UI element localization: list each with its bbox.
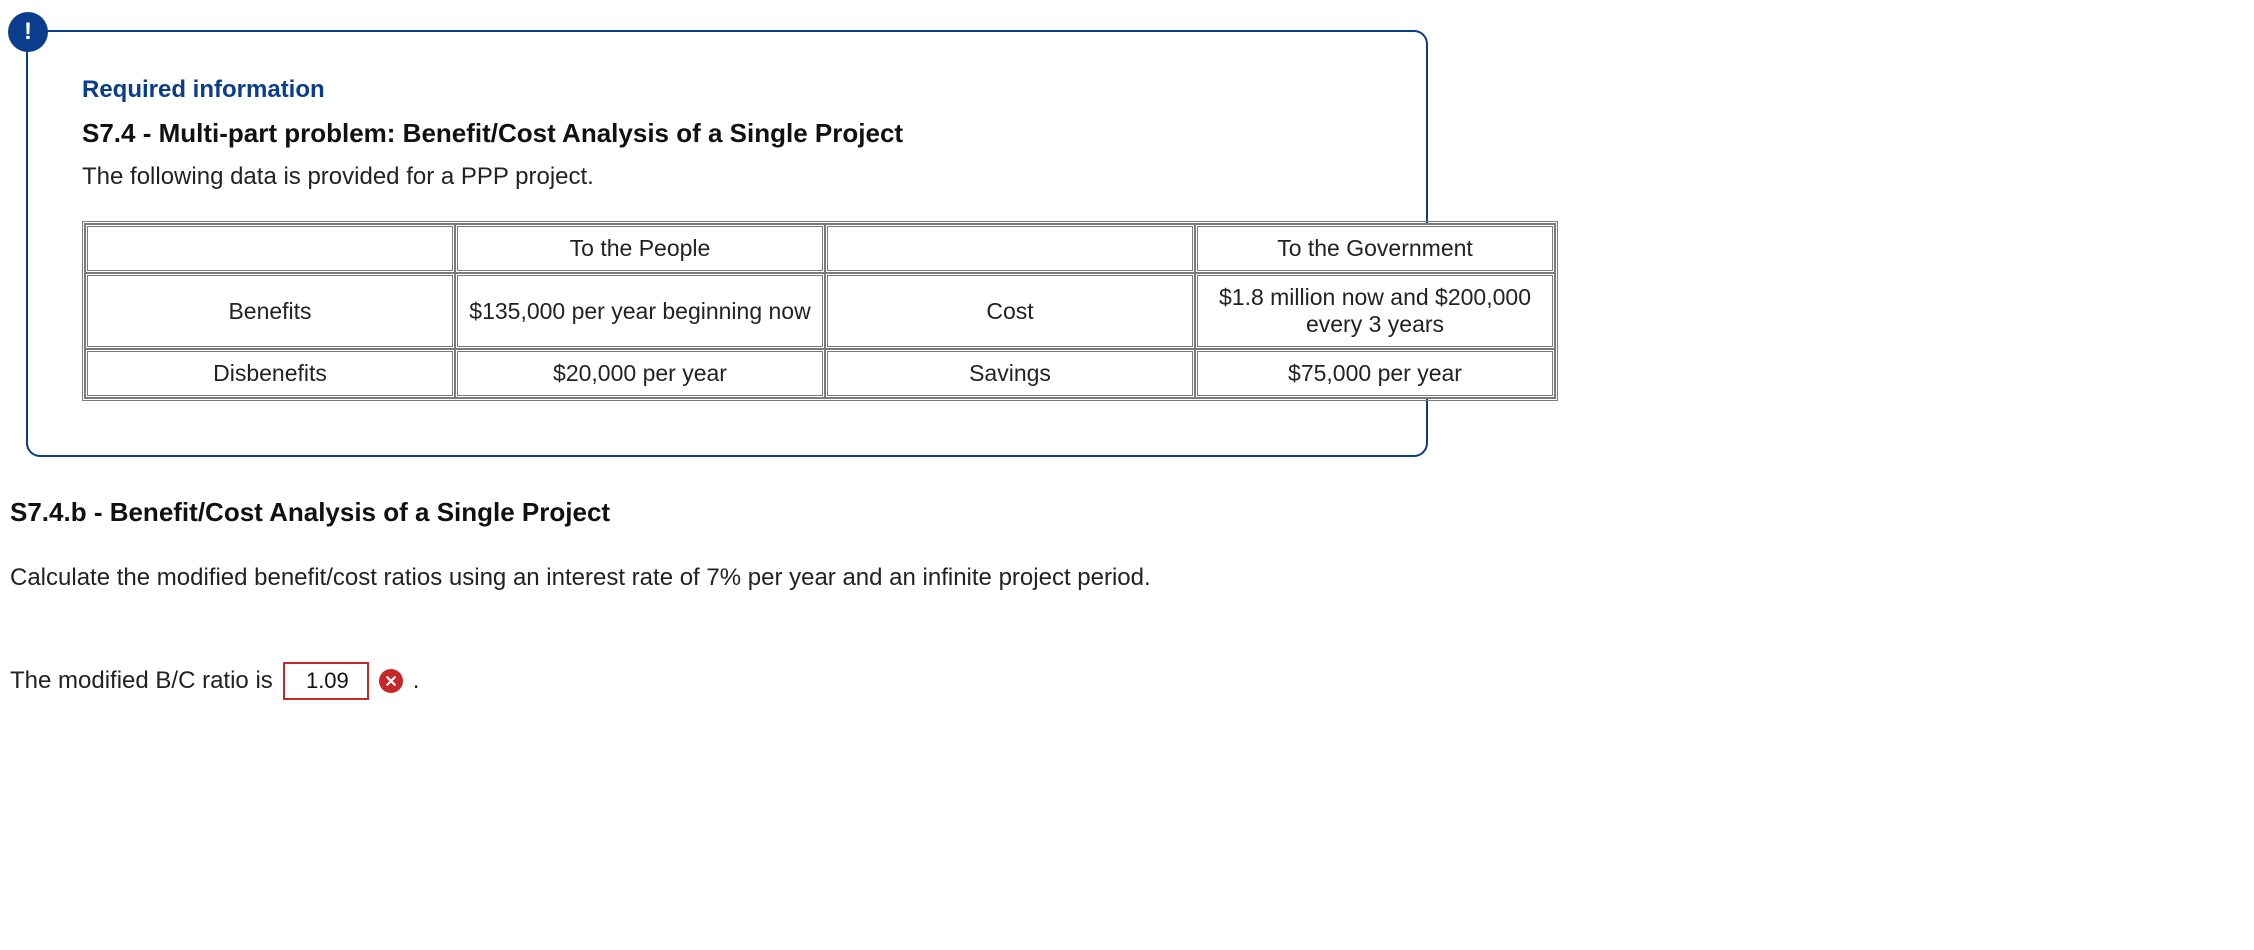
answer-suffix: . [413, 667, 420, 695]
table-header-blank-2 [825, 224, 1195, 273]
question-prompt: Calculate the modified benefit/cost rati… [10, 564, 2244, 592]
info-badge: ! [8, 12, 48, 52]
answer-line: The modified B/C ratio is 1.09 . [10, 662, 2244, 700]
ppp-data-table: To the People To the Government Benefits… [82, 221, 1558, 401]
cell-cost-gov: $1.8 million now and $200,000 every 3 ye… [1195, 273, 1555, 349]
required-info-panel: ! Required information S7.4 - Multi-part… [26, 30, 1428, 457]
section-title: S7.4 - Multi-part problem: Benefit/Cost … [82, 118, 1372, 149]
subsection-title: S7.4.b - Benefit/Cost Analysis of a Sing… [10, 497, 2244, 528]
exclamation-icon: ! [24, 20, 32, 44]
required-information-heading: Required information [82, 76, 1372, 104]
cell-disbenefits-label: Disbenefits [85, 349, 455, 398]
table-row: Benefits $135,000 per year beginning now… [85, 273, 1555, 349]
table-header-blank-1 [85, 224, 455, 273]
answer-prefix: The modified B/C ratio is [10, 667, 273, 695]
answer-input[interactable]: 1.09 [283, 662, 369, 700]
cell-benefits-people: $135,000 per year beginning now [455, 273, 825, 349]
cell-savings-gov: $75,000 per year [1195, 349, 1555, 398]
table-header-gov: To the Government [1195, 224, 1555, 273]
lead-text: The following data is provided for a PPP… [82, 163, 1372, 191]
table-header-row: To the People To the Government [85, 224, 1555, 273]
table-row: Disbenefits $20,000 per year Savings $75… [85, 349, 1555, 398]
cell-disbenefits-people: $20,000 per year [455, 349, 825, 398]
incorrect-icon [379, 669, 403, 693]
cell-savings-label: Savings [825, 349, 1195, 398]
table-header-people: To the People [455, 224, 825, 273]
cell-benefits-label: Benefits [85, 273, 455, 349]
cell-cost-label: Cost [825, 273, 1195, 349]
